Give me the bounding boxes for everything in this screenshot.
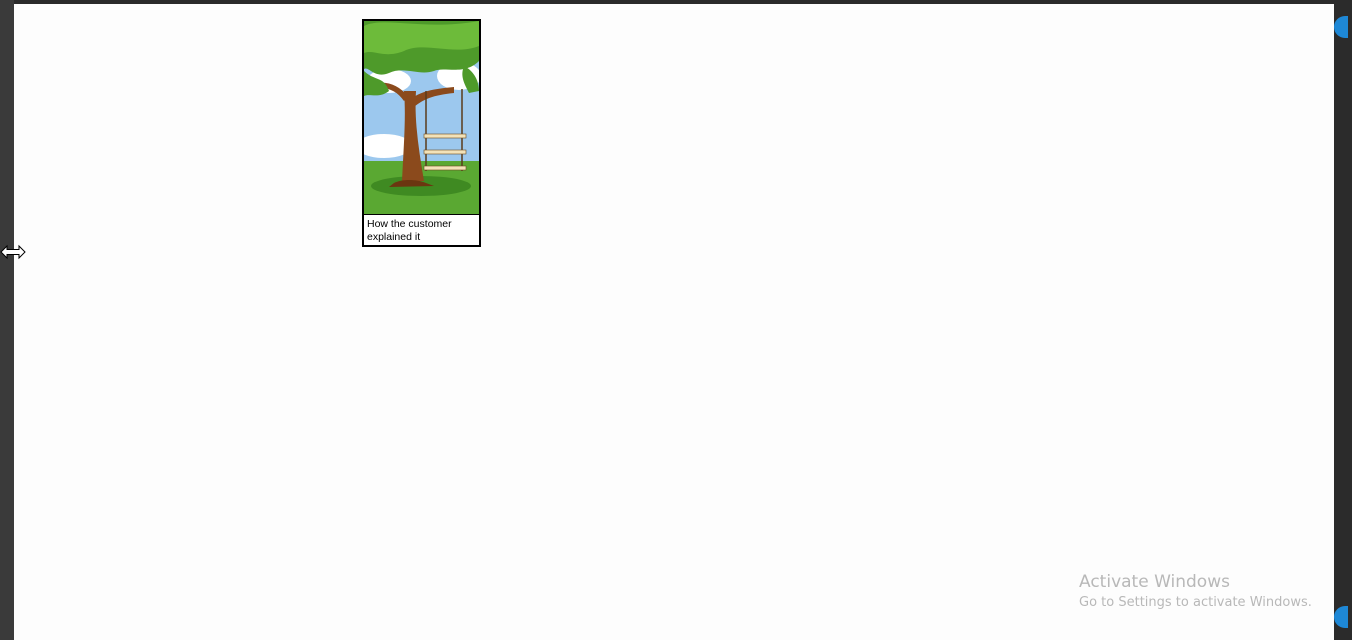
watermark-title: Activate Windows [1079,572,1230,592]
window-left-edge [0,0,14,640]
tree-swing-illustration-icon [364,21,479,215]
image-viewer-canvas: How the customer explained it Activate W… [14,4,1334,640]
horizontal-resize-cursor-icon [0,244,26,260]
comic-panel[interactable]: How the customer explained it [362,19,481,247]
edge-tab-top[interactable] [1334,16,1348,38]
panel-caption: How the customer explained it [367,218,452,243]
edge-tab-bottom[interactable] [1334,606,1348,628]
activate-windows-watermark: Activate Windows Go to Settings to activ… [1079,571,1312,613]
watermark-subtitle: Go to Settings to activate Windows. [1079,595,1312,610]
